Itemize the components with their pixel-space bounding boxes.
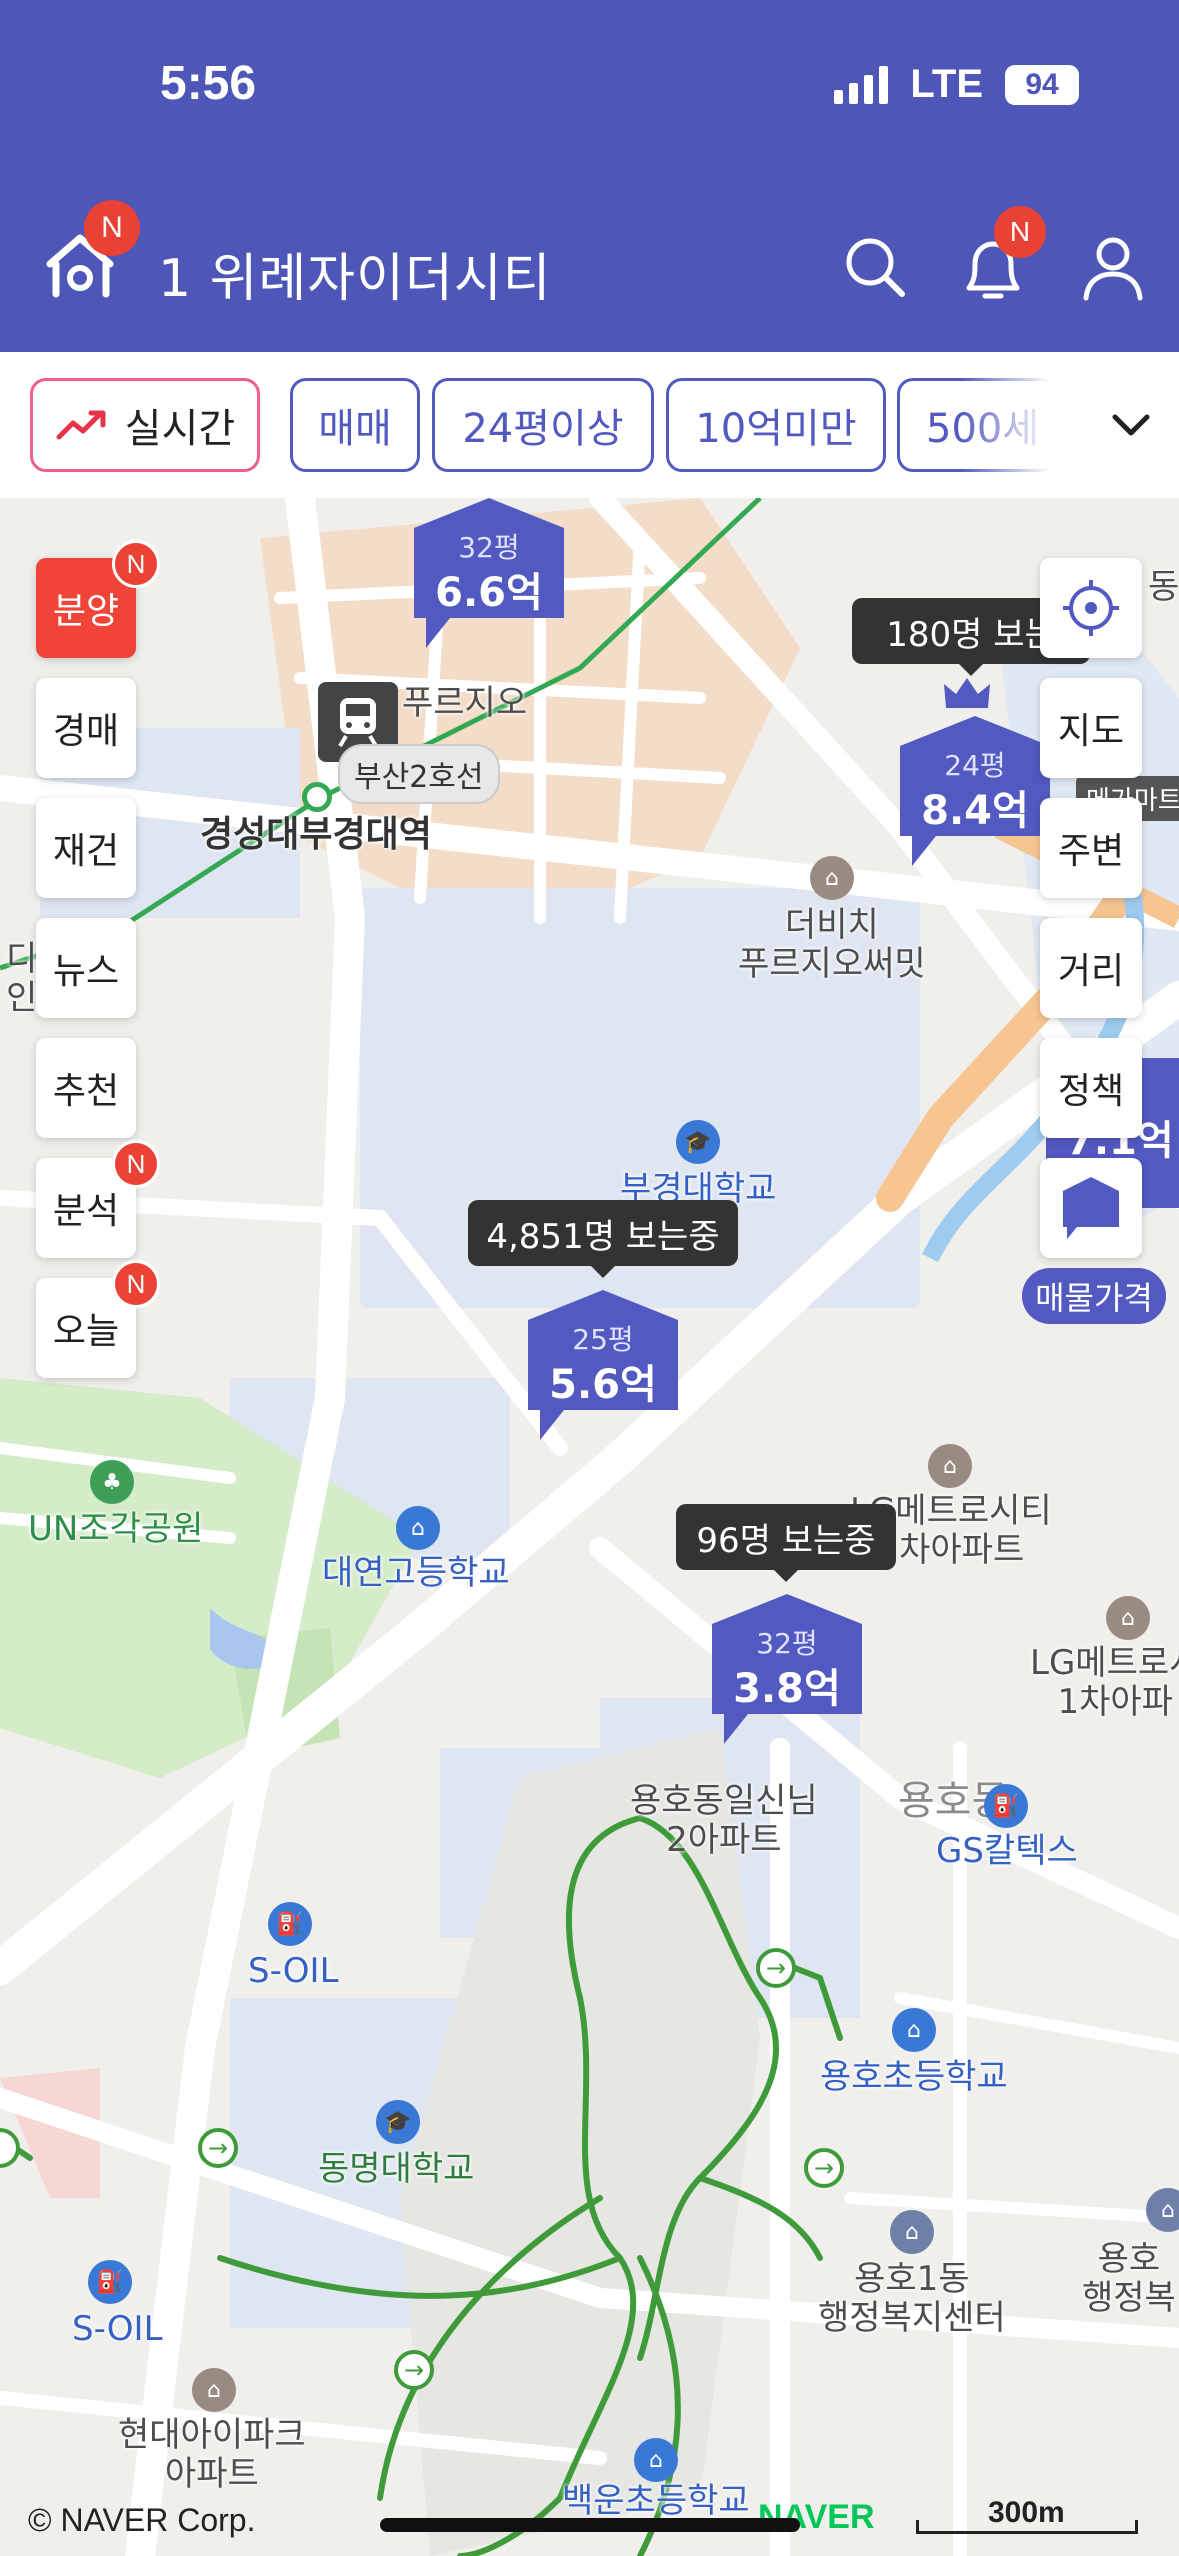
viewer-count-pill: 96명 보는중 bbox=[676, 1504, 896, 1582]
map-label-daeyeon-high: 대연고등학교 bbox=[322, 1553, 510, 1593]
filter-chip-label: 실시간 bbox=[124, 406, 236, 452]
map-label-yongho-elem: 용호초등학교 bbox=[820, 2057, 1008, 2097]
station-label[interactable]: 경성대부경대역 bbox=[200, 814, 432, 855]
filter-chip-realtime[interactable]: 실시간 bbox=[30, 378, 260, 472]
page-title[interactable]: 1 위례자이더시티 bbox=[158, 236, 552, 311]
marker-price: 6.6억 bbox=[435, 570, 543, 616]
school-icon: ⌂ bbox=[396, 1506, 440, 1550]
marker-price: 3.8억 bbox=[733, 1666, 841, 1712]
side-badge: N bbox=[112, 1260, 160, 1308]
map-label-prugio: 푸르지오 bbox=[402, 683, 528, 723]
trend-up-icon bbox=[56, 410, 106, 440]
map-label-left-edge: 디 인 bbox=[6, 939, 38, 1019]
filter-chip-price[interactable]: 10억미만 bbox=[666, 378, 886, 472]
school-icon: ⌂ bbox=[892, 2008, 936, 2052]
notification-badge: N bbox=[994, 206, 1046, 258]
map-label-thebay: 더비치 푸르지오써밋 bbox=[738, 905, 926, 985]
search-icon[interactable] bbox=[840, 232, 910, 302]
house-marker-icon bbox=[1063, 1177, 1119, 1239]
apartment-icon: ⌂ bbox=[1106, 1596, 1150, 1640]
map-label-yongho1: 용호1동 행정복지센터 bbox=[818, 2259, 1006, 2339]
chevron-down-icon bbox=[1112, 414, 1150, 436]
battery-icon: 94 bbox=[1005, 64, 1079, 105]
side-menu-rebuild[interactable]: 재건 bbox=[36, 798, 136, 898]
price-marker[interactable]: 24평 8.4억 bbox=[900, 716, 1050, 866]
nearby-button[interactable]: 주변 bbox=[1040, 798, 1142, 898]
filter-bar: 실시간 매매 24평이상 10억미만 500세 bbox=[0, 352, 1179, 498]
policy-button[interactable]: 정책 bbox=[1040, 1038, 1142, 1138]
map-label-baekun: 백운초등학교 bbox=[562, 2481, 750, 2521]
filter-chip-size[interactable]: 24평이상 bbox=[432, 378, 654, 472]
home-indicator bbox=[380, 2518, 800, 2532]
map-label-yongho-right: 용호 행정복 bbox=[1082, 2239, 1176, 2319]
trail-arrow-icon: → bbox=[394, 2350, 434, 2390]
filter-chip-trade[interactable]: 매매 bbox=[290, 378, 420, 472]
apartment-icon: ⌂ bbox=[928, 1444, 972, 1488]
map-label-un-park: UN조각공원 bbox=[28, 1509, 204, 1549]
price-toggle-button[interactable] bbox=[1040, 1158, 1142, 1258]
train-icon bbox=[338, 698, 378, 748]
price-toggle-label[interactable]: 매물가격 bbox=[1022, 1268, 1166, 1324]
network-label: LTE bbox=[910, 62, 983, 106]
crosshair-icon bbox=[1063, 580, 1119, 636]
chip-fade bbox=[960, 372, 1090, 482]
app-bar: N 1 위례자이더시티 N bbox=[0, 200, 1179, 330]
app-header: 5:56 LTE 94 N 1 위례자이더시티 N bbox=[0, 0, 1179, 352]
side-menu-recommend[interactable]: 추천 bbox=[36, 1038, 136, 1138]
side-badge: N bbox=[112, 1140, 160, 1188]
signal-icon bbox=[834, 65, 889, 104]
price-marker[interactable]: 25평 5.6억 bbox=[528, 1290, 678, 1440]
marker-price: 8.4억 bbox=[921, 788, 1029, 834]
crown-icon bbox=[942, 676, 992, 712]
station-dot bbox=[302, 782, 332, 812]
university-icon: 🎓 bbox=[376, 2100, 420, 2144]
map-label-yongho-dongil: 용호동일신님 2아파트 bbox=[630, 1781, 818, 1861]
map-view[interactable]: 부산2호선 경성대부경대역 푸르지오 ⌂ 더비치 푸르지오써밋 🎓 부경대학교 … bbox=[0, 498, 1179, 2556]
user-icon[interactable] bbox=[1080, 234, 1146, 304]
subway-line-label: 부산2호선 bbox=[338, 744, 500, 804]
gas-station-icon: ⛽ bbox=[88, 2260, 132, 2304]
copyright-text: © NAVER Corp. bbox=[28, 2502, 256, 2538]
trail-arrow-icon: → bbox=[198, 2128, 238, 2168]
side-menu-news[interactable]: 뉴스 bbox=[36, 918, 136, 1018]
marker-price: 5.6억 bbox=[549, 1362, 657, 1408]
distance-button[interactable]: 거리 bbox=[1040, 918, 1142, 1018]
price-marker[interactable]: 32평 3.8억 bbox=[712, 1594, 862, 1744]
expand-filters-button[interactable] bbox=[1086, 378, 1176, 472]
side-menu-auction[interactable]: 경매 bbox=[36, 678, 136, 778]
trail-arrow-icon: → bbox=[804, 2148, 844, 2188]
home-badge: N bbox=[84, 200, 140, 256]
trail-arrow-icon: → bbox=[756, 1948, 796, 1988]
map-label-hyundai: 현대아이파크 아파트 bbox=[118, 2415, 306, 2495]
map-scale-bar bbox=[916, 2520, 1138, 2534]
map-type-button[interactable]: 지도 bbox=[1040, 678, 1142, 778]
gas-station-icon: ⛽ bbox=[268, 1902, 312, 1946]
map-label-lg-metro-2: LG메트로시 1차아파 bbox=[1030, 1643, 1179, 1723]
park-icon: ♣ bbox=[90, 1460, 134, 1504]
map-label-soil: S-OIL bbox=[248, 1951, 339, 1991]
status-time: 5:56 bbox=[160, 57, 257, 110]
status-icons: LTE 94 bbox=[834, 62, 1079, 107]
school-icon: ⌂ bbox=[634, 2438, 678, 2482]
apartment-icon: ⌂ bbox=[192, 2368, 236, 2412]
government-icon: ⌂ bbox=[890, 2210, 934, 2254]
school-icon: 🎓 bbox=[676, 1120, 720, 1164]
apartment-icon: ⌂ bbox=[810, 856, 854, 900]
price-marker[interactable]: 32평 6.6억 bbox=[414, 498, 564, 648]
map-label-right-edge: 동아 bbox=[1148, 567, 1179, 607]
map-label-gs: GS칼텍스 bbox=[936, 1831, 1078, 1871]
map-label-soil-2: S-OIL bbox=[72, 2309, 163, 2349]
map-label-dongmyung: 동명대학교 bbox=[318, 2149, 475, 2189]
gas-station-icon: ⛽ bbox=[984, 1784, 1028, 1828]
viewer-count-pill: 4,851명 보는중 bbox=[468, 1200, 738, 1278]
side-badge: N bbox=[112, 540, 160, 588]
locate-button[interactable] bbox=[1040, 558, 1142, 658]
